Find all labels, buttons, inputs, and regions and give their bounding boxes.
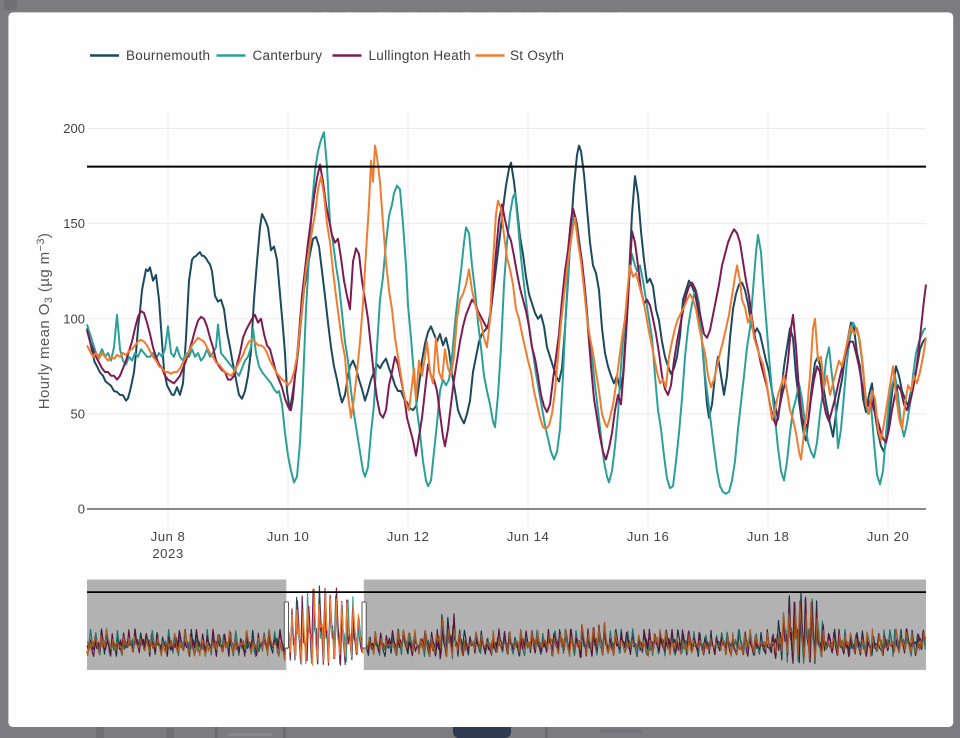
svg-text:Jun 12: Jun 12: [387, 529, 430, 544]
svg-text:Jun 8: Jun 8: [151, 529, 186, 544]
svg-text:100: 100: [63, 311, 85, 326]
svg-text:Hourly mean O3 (µg m−3): Hourly mean O3 (µg m−3): [35, 233, 55, 410]
svg-text:Jun 16: Jun 16: [627, 529, 670, 544]
svg-text:Bournemouth: Bournemouth: [126, 48, 210, 63]
svg-text:Canterbury: Canterbury: [253, 48, 323, 63]
svg-text:2023: 2023: [152, 546, 183, 561]
svg-text:200: 200: [63, 121, 85, 136]
svg-text:150: 150: [63, 216, 85, 231]
svg-text:Jun 18: Jun 18: [747, 529, 790, 544]
svg-text:Jun 20: Jun 20: [867, 529, 910, 544]
svg-text:Jun 14: Jun 14: [507, 529, 550, 544]
svg-text:St Osyth: St Osyth: [510, 48, 564, 63]
svg-text:Jun 10: Jun 10: [267, 529, 310, 544]
svg-text:0: 0: [78, 502, 85, 517]
svg-text:50: 50: [71, 407, 85, 422]
svg-text:Lullington Heath: Lullington Heath: [369, 48, 471, 63]
